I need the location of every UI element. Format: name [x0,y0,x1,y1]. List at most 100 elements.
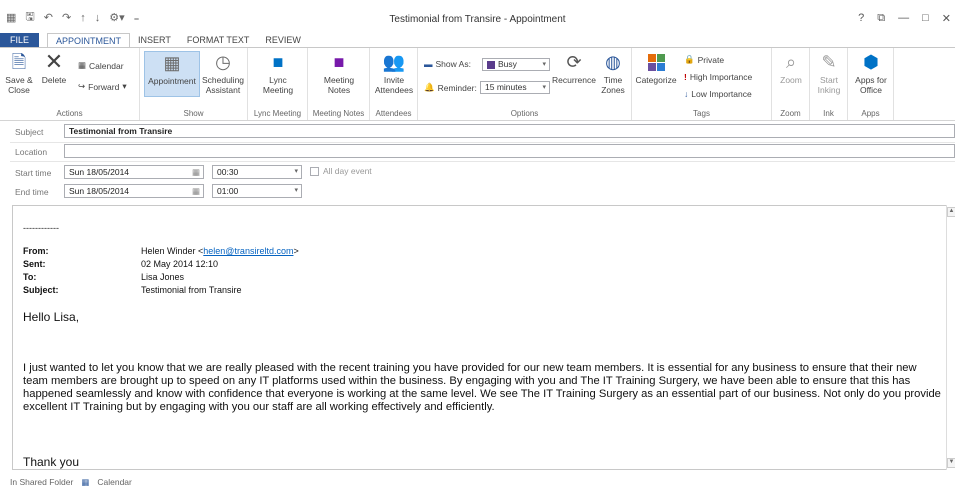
office-apps-icon: ⬢ [863,52,879,72]
private-button[interactable]: 🔒 Private [684,54,724,65]
bell-icon: 🔔 [424,82,435,92]
show-as-label: ▬ Show As: [424,59,471,69]
save-close-icon: 🗎 [11,52,27,72]
delete-button[interactable]: ✕ Delete [40,49,68,86]
message-paragraph: I just wanted to let you know that we ar… [23,362,941,413]
calendar-icon: ▦ [78,60,87,70]
tab-review[interactable]: REVIEW [257,33,309,47]
save-close-button[interactable]: 🗎 Save & Close [2,51,36,95]
group-actions: 🗎 Save & Close ✕ Delete ▦ Calendar ↪ For… [0,48,140,120]
scheduling-assistant-button[interactable]: ◷ Scheduling Assistant [200,51,246,95]
from-email-link[interactable]: helen@transireltd.com [203,246,293,256]
separator-dashes: ------------ [23,223,59,233]
calendar-picker-icon[interactable]: ▦ [192,185,200,197]
appointment-button[interactable]: ▦ Appointment [144,51,200,97]
group-tags: Categorize 🔒 Private ! High Importance ↓… [632,48,772,120]
delete-icon: ✕ [44,49,64,74]
chevron-down-icon: ▾ [542,84,546,91]
show-as-dropdown[interactable]: Busy ▾ [482,58,550,71]
chevron-down-icon: ▾ [542,61,546,68]
end-time-label: End time [15,187,49,197]
divider [10,142,955,143]
apps-for-office-button[interactable]: ⬢ Apps for Office [850,51,892,95]
appointment-icon: ▦ [163,53,181,73]
tab-file[interactable]: FILE [0,33,40,47]
subject-header-label: Subject: [23,285,59,295]
group-meeting-notes: ■ Meeting Notes Meeting Notes [308,48,370,120]
from-value: Helen Winder <helen@transireltd.com> [141,246,299,256]
ribbon-tabs: FILE APPOINTMENT INSERT FORMAT TEXT REVI… [0,33,955,47]
checkbox-icon[interactable] [310,166,319,176]
invite-attendees-button[interactable]: 👥 Invite Attendees [372,51,416,95]
minimize-button[interactable]: — [898,12,909,25]
calendar-icon: ▦ [81,476,90,487]
group-options: ▬ Show As: Busy ▾ 🔔 Reminder: 15 minutes… [418,48,632,120]
magnifier-icon: ⌕ [785,52,797,72]
scroll-up-icon[interactable]: ▲ [947,207,955,217]
lync-icon: ■ [272,52,284,72]
greeting-text: Hello Lisa, [23,310,80,324]
start-time-field[interactable]: 00:30 ▾ [212,165,302,179]
group-attendees: 👥 Invite Attendees Attendees [370,48,418,120]
start-inking-button[interactable]: ✎ Start Inking [814,51,844,95]
high-importance-button[interactable]: ! High Importance [684,72,752,82]
close-button[interactable]: ✕ [942,12,951,25]
scroll-down-icon[interactable]: ▼ [947,458,955,468]
lync-meeting-button[interactable]: ■ Lync Meeting [254,51,302,95]
calendar-picker-icon[interactable]: ▦ [192,166,200,178]
categorize-button[interactable]: Categorize [634,51,678,85]
tab-appointment[interactable]: APPOINTMENT [47,33,131,47]
recurrence-icon: ⟳ [566,52,582,72]
subject-label: Subject [15,127,44,137]
folder-status-text: In Shared Folder [10,477,74,487]
maximize-button[interactable]: □ [922,12,929,25]
chevron-down-icon[interactable]: ▾ [294,185,298,197]
subject-header-value: Testimonial from Transire [141,285,242,295]
group-zoom: ⌕ Zoom Zoom [772,48,810,120]
location-field[interactable] [64,144,955,158]
group-lync: ■ Lync Meeting Lync Meeting [248,48,308,120]
pen-icon: ✎ [821,52,837,72]
end-date-field[interactable]: Sun 18/05/2014 ▦ [64,184,204,198]
start-date-field[interactable]: Sun 18/05/2014 ▦ [64,165,204,179]
message-body[interactable]: ------------ From: Helen Winder <helen@t… [12,205,947,470]
calendar-link[interactable]: Calendar [97,477,132,487]
ribbon-display-button[interactable]: ⧉ [877,12,885,25]
globe-icon: ◍ [605,52,621,72]
down-arrow-icon: ↓ [684,89,689,99]
tab-format-text[interactable]: FORMAT TEXT [179,33,258,47]
end-time-field[interactable]: 01:00 ▾ [212,184,302,198]
lock-icon: 🔒 [684,54,695,64]
title-bar: ▦ 🖫 ↶ ↷ ↑ ↓ ⚙▾ ₌ Testimonial from Transi… [0,0,955,34]
divider [10,161,955,162]
chevron-down-icon[interactable]: ▾ [294,166,298,178]
group-apps: ⬢ Apps for Office Apps [848,48,894,120]
window-title: Testimonial from Transire - Appointment [389,14,566,25]
location-label: Location [15,147,48,157]
forward-button[interactable]: ↪ Forward ▾ [78,81,127,92]
to-label: To: [23,272,37,282]
all-day-checkbox[interactable]: All day event [310,166,372,176]
reminder-label: 🔔 Reminder: [424,82,477,93]
tab-insert[interactable]: INSERT [130,33,179,47]
status-bar: In Shared Folder ▦ Calendar [0,474,955,490]
help-button[interactable]: ? [858,12,864,25]
to-value: Lisa Jones [141,272,185,282]
meeting-notes-button[interactable]: ■ Meeting Notes [316,51,362,95]
from-label: From: [23,246,49,256]
reminder-dropdown[interactable]: 15 minutes ▾ [480,81,550,94]
chevron-down-icon: ▾ [122,81,127,91]
recurrence-button[interactable]: ⟳ Recurrence [552,51,596,85]
forward-icon: ↪ [78,81,86,91]
sent-value: 02 May 2014 12:10 [141,259,219,269]
group-show: ▦ Appointment ◷ Scheduling Assistant Sho… [140,48,248,120]
vertical-scrollbar[interactable]: ▲ ▼ [946,205,955,470]
zoom-button[interactable]: ⌕ Zoom [776,51,806,85]
calendar-button[interactable]: ▦ Calendar [78,60,124,71]
busy-swatch-icon [487,60,495,69]
subject-field[interactable]: Testimonial from Transire [64,124,955,138]
low-importance-button[interactable]: ↓ Low Importance [684,89,752,99]
time-zones-button[interactable]: ◍ Time Zones [598,51,628,95]
sent-label: Sent: [23,259,46,269]
categorize-icon [644,51,668,73]
